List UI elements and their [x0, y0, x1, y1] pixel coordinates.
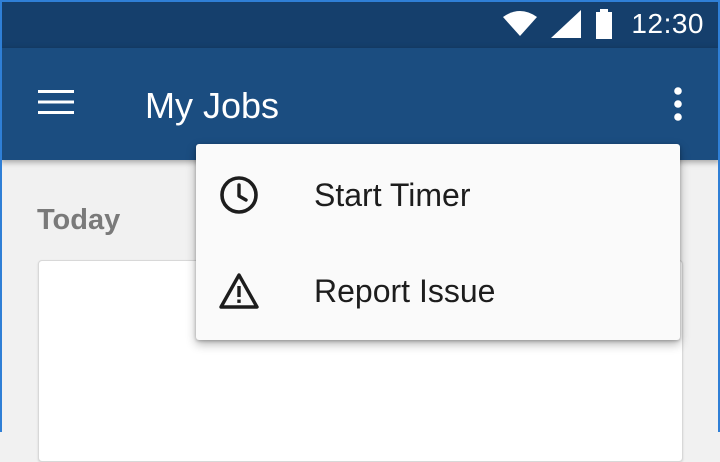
- menu-item-label: Report Issue: [314, 273, 496, 309]
- warning-icon: [218, 270, 260, 312]
- overflow-menu: Start Timer Report Issue: [196, 144, 680, 340]
- navigation-menu-button[interactable]: [22, 76, 90, 132]
- status-time: 12:30: [631, 8, 704, 39]
- status-bar: 12:30: [0, 0, 720, 48]
- signal-icon: [551, 10, 582, 38]
- menu-item-start-timer[interactable]: Start Timer: [196, 146, 680, 242]
- wifi-icon: [503, 11, 538, 37]
- hamburger-menu-icon: [38, 89, 74, 119]
- section-title-today: Today: [37, 204, 121, 236]
- more-vertical-icon: [673, 86, 683, 126]
- clock-icon: [218, 174, 260, 216]
- menu-item-label: Start Timer: [314, 177, 471, 213]
- menu-item-report-issue[interactable]: Report Issue: [196, 242, 680, 338]
- page-title: My Jobs: [145, 85, 280, 126]
- status-icons: 12:30: [503, 0, 704, 48]
- battery-icon: [595, 9, 613, 39]
- overflow-menu-button[interactable]: [656, 78, 700, 134]
